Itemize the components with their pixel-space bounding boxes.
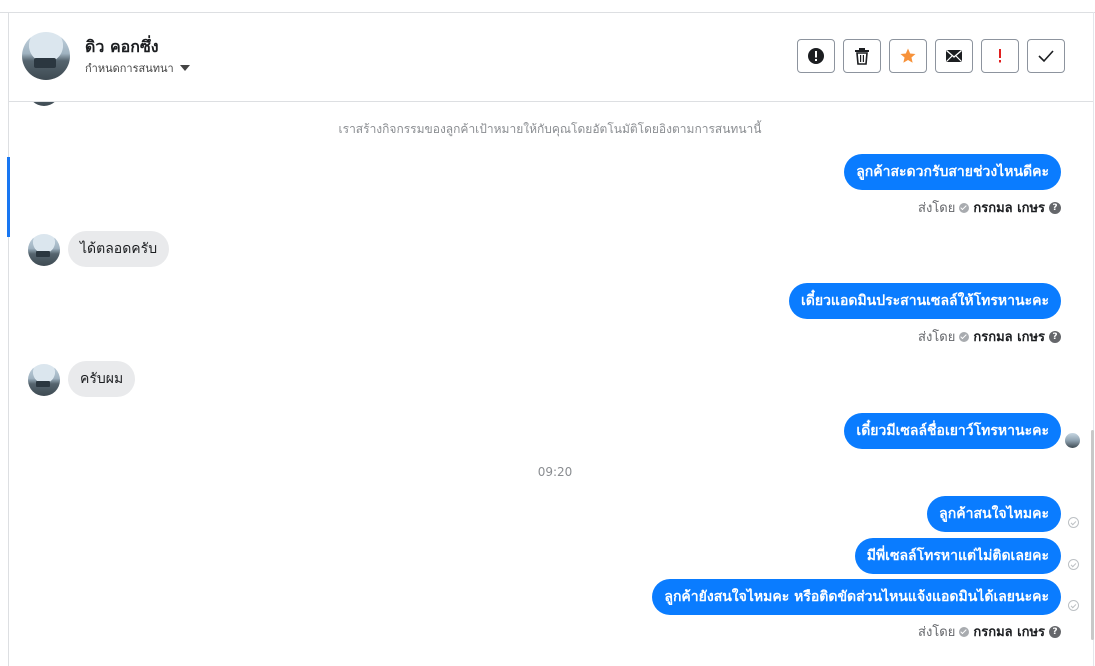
incoming-message[interactable]: ครับผม: [68, 361, 136, 397]
outgoing-message[interactable]: ลูกค้าสนใจไหมคะ: [927, 496, 1061, 532]
contact-avatar-small: [28, 234, 60, 266]
delete-button[interactable]: [843, 39, 881, 73]
mark-important-button[interactable]: [981, 39, 1019, 73]
check-icon: [1038, 50, 1054, 63]
outgoing-message[interactable]: เดี๋ยวแอดมินประสานเซลล์ให้โทรหานะคะ: [788, 283, 1061, 319]
star-button[interactable]: [889, 39, 927, 73]
top-bar: [0, 0, 1095, 13]
sent-by-label: ส่งโดย: [918, 330, 956, 345]
contact-avatar[interactable]: [22, 32, 70, 80]
mark-done-button[interactable]: [1027, 39, 1065, 73]
verified-icon: [959, 202, 970, 213]
assign-label: กำหนดการสนทนา: [85, 62, 174, 75]
sent-by-info: ส่งโดย กรกมล เกษร ?: [918, 621, 1061, 642]
outgoing-message[interactable]: ลูกค้ายังสนใจไหมคะ หรือติดขัดส่วนไหนแจ้ง…: [652, 579, 1061, 615]
alert-circle-icon: [808, 48, 824, 64]
contact-name[interactable]: ดิว คอกซึ่ง: [85, 35, 159, 60]
sent-by-info: ส่งโดย กรกมล เกษร ?: [918, 197, 1061, 218]
mark-spam-button[interactable]: [797, 39, 835, 73]
incoming-message[interactable]: ได้ตลอดครับ: [68, 231, 170, 267]
action-toolbar: [797, 39, 1065, 73]
sent-by-label: ส่งโดย: [918, 625, 956, 640]
seen-avatar: [1065, 433, 1080, 448]
contact-avatar-small: [28, 102, 60, 106]
verified-icon: [959, 626, 970, 637]
outgoing-message[interactable]: เดี๋ยวมีเซลล์ชื่อเยาว์โทรหานะคะ: [844, 413, 1061, 449]
trash-icon: [855, 48, 869, 65]
mark-unread-button[interactable]: [935, 39, 973, 73]
message-thread[interactable]: เราสร้างกิจกรรมของลูกค้าเป้าหมายให้กับคุ…: [9, 102, 1091, 666]
sent-by-name[interactable]: กรกมล เกษร: [973, 621, 1045, 642]
help-icon[interactable]: ?: [1049, 201, 1061, 214]
sent-by-name[interactable]: กรกมล เกษร: [973, 197, 1045, 218]
conversation-header: ดิว คอกซึ่ง กำหนดการสนทนา: [9, 13, 1093, 102]
assign-conversation-dropdown[interactable]: กำหนดการสนทนา: [85, 59, 190, 77]
outgoing-message[interactable]: มีพี่เซลล์โทรหาแต่ไม่ติดเลยคะ: [854, 538, 1061, 574]
time-divider: 09:20: [537, 465, 573, 479]
delivered-icon: [1068, 559, 1079, 570]
verified-icon: [959, 331, 970, 342]
delivered-icon: [1068, 517, 1079, 528]
sent-by-name[interactable]: กรกมล เกษร: [973, 326, 1045, 347]
help-icon[interactable]: ?: [1049, 625, 1061, 638]
mail-icon: [946, 49, 962, 62]
exclamation-icon: [999, 49, 1001, 63]
delivered-icon: [1068, 600, 1079, 611]
contact-avatar-small: [28, 364, 60, 396]
star-icon: [900, 48, 916, 63]
sent-by-label: ส่งโดย: [918, 201, 956, 216]
scrollbar[interactable]: [1091, 430, 1094, 640]
help-icon[interactable]: ?: [1049, 330, 1061, 343]
caret-down-icon: [179, 65, 190, 71]
outgoing-message[interactable]: ลูกค้าสะดวกรับสายช่วงไหนดีคะ: [844, 154, 1061, 190]
sent-by-info: ส่งโดย กรกมล เกษร ?: [918, 326, 1061, 347]
system-notice: เราสร้างกิจกรรมของลูกค้าเป้าหมายให้กับคุ…: [338, 122, 762, 136]
